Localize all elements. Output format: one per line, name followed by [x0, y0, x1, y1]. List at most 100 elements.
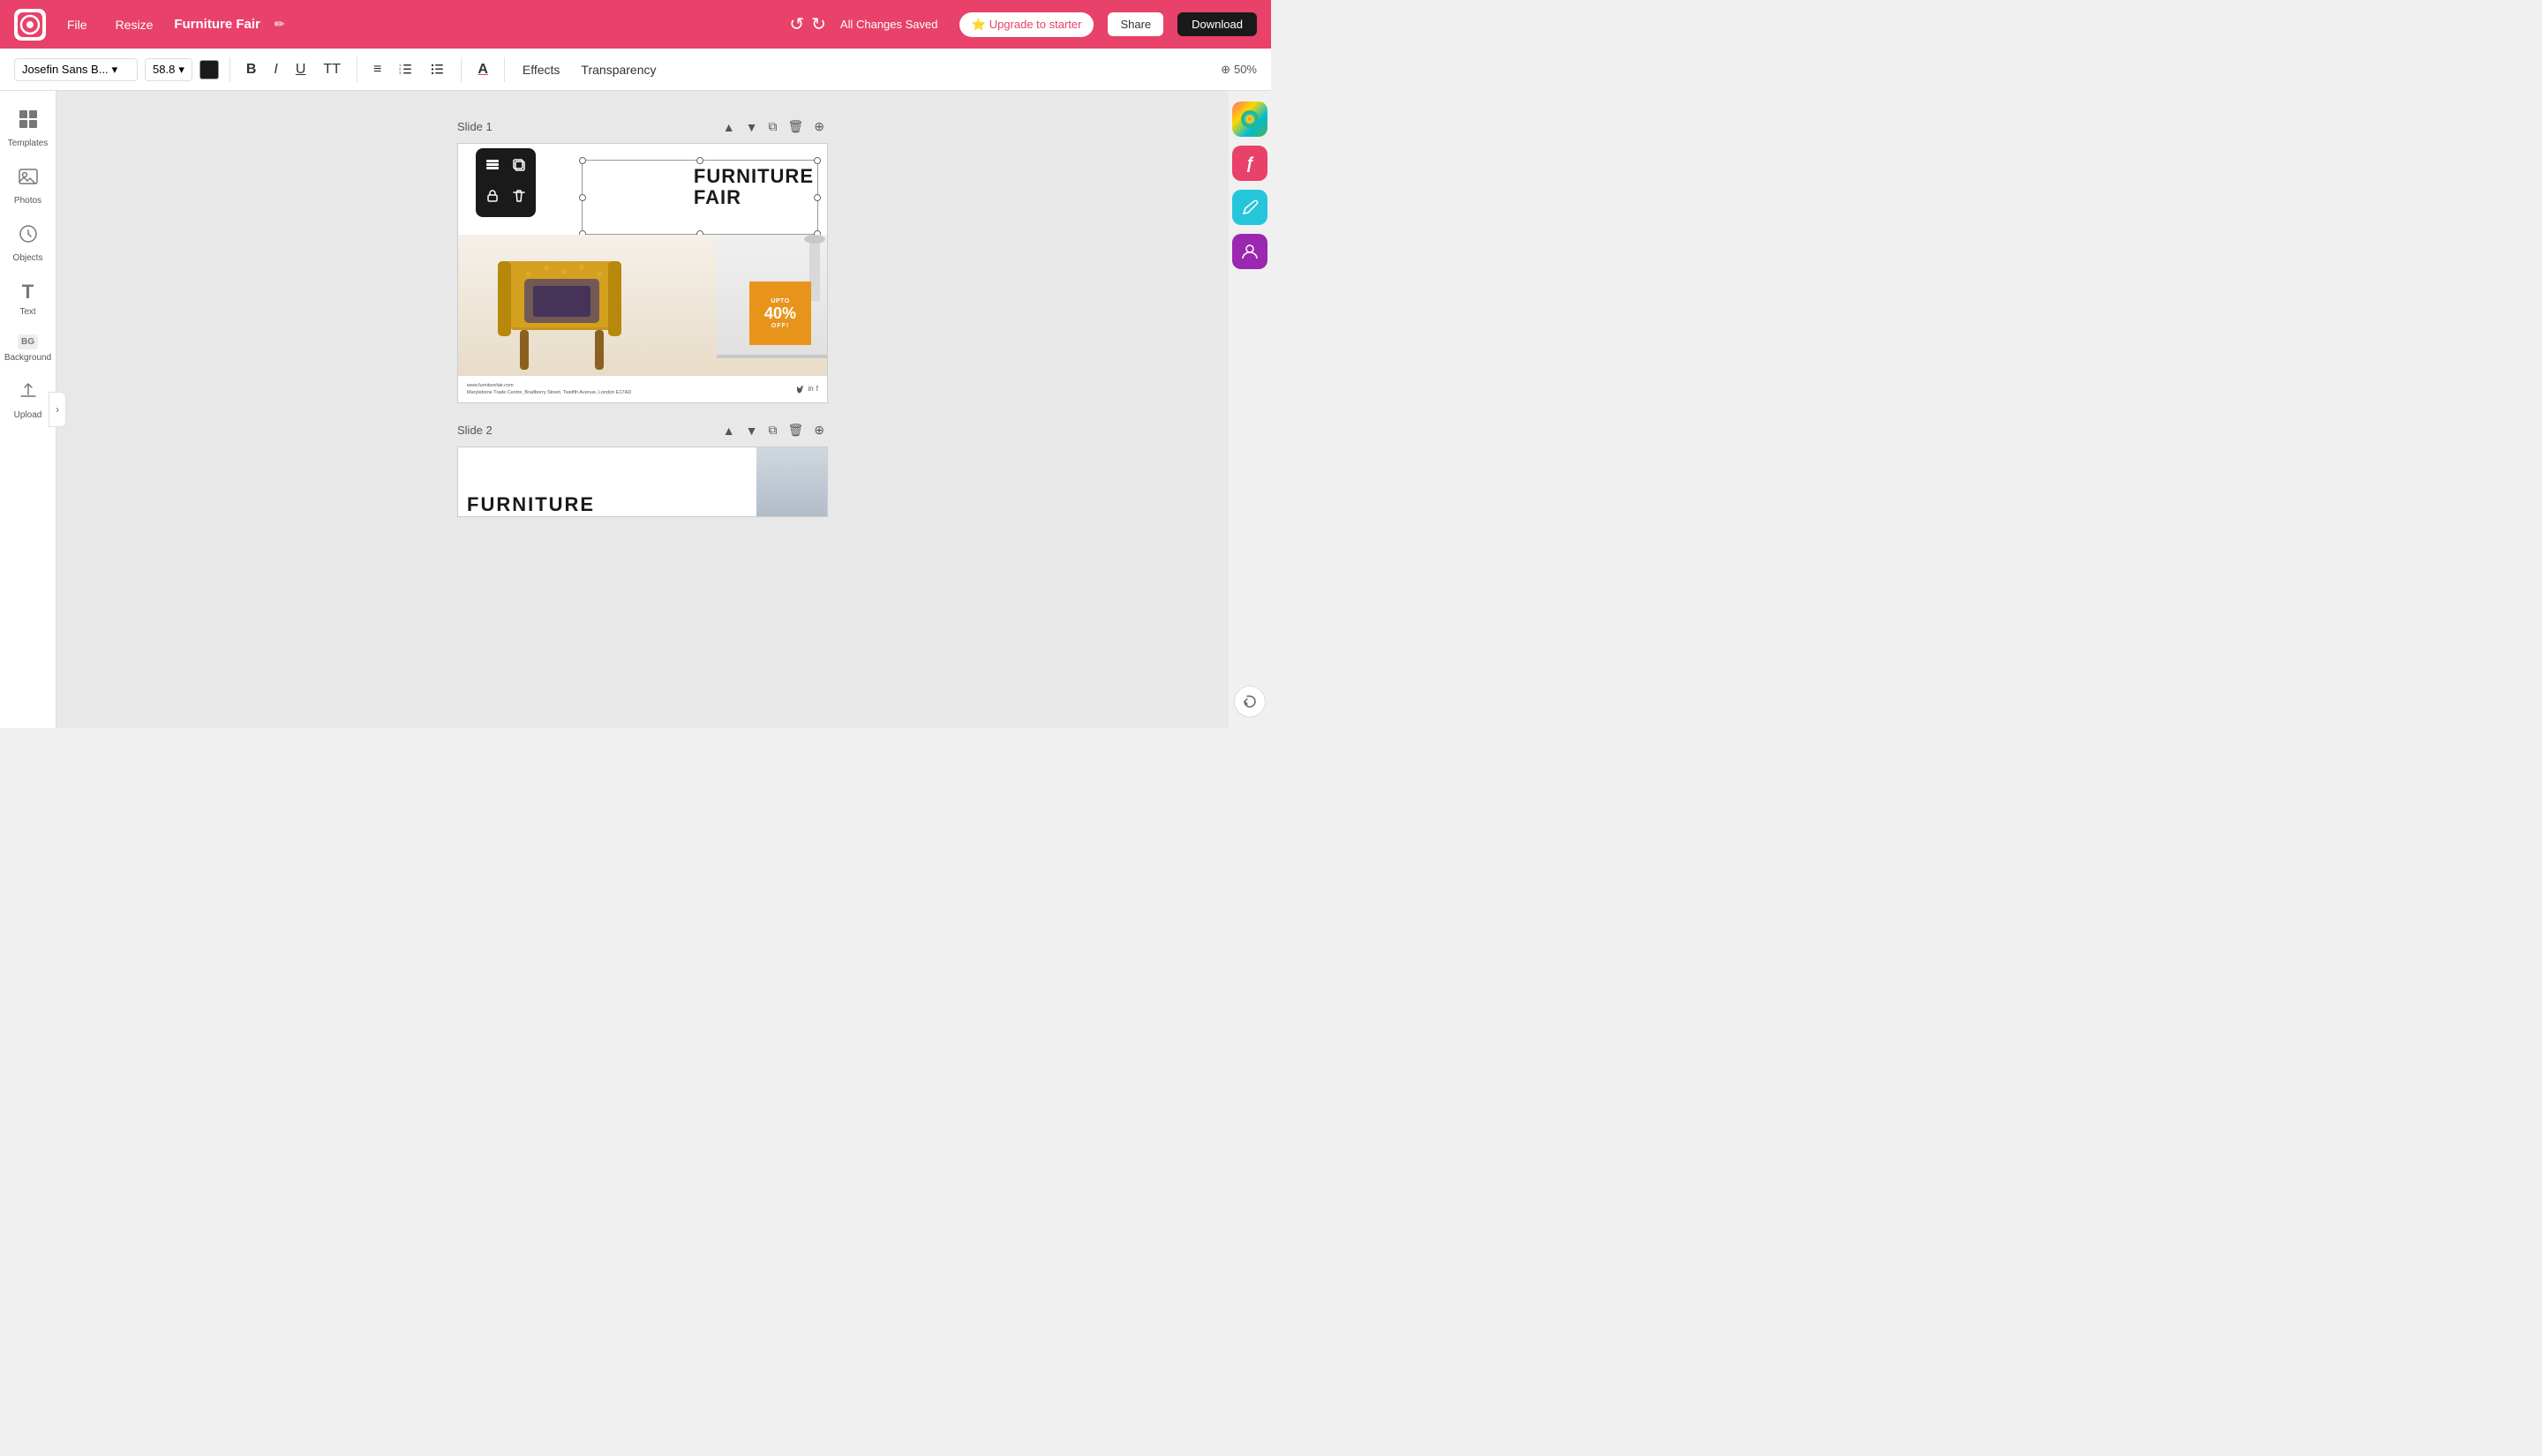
- sidebar-item-background[interactable]: BG Background: [4, 327, 53, 370]
- palette-button[interactable]: [1232, 101, 1267, 137]
- slide-1-canvas[interactable]: FURNITURE FAIR Upgrade Your Home Furnitu…: [457, 143, 828, 403]
- linkedin-icon: in: [808, 385, 814, 394]
- upload-icon: [18, 380, 39, 407]
- upgrade-label: Upgrade to starter: [989, 18, 1082, 31]
- underline-button[interactable]: U: [290, 58, 312, 81]
- discount-badge: UPTO 40% OFF!: [749, 281, 811, 345]
- text-color-button[interactable]: A: [472, 58, 493, 81]
- upgrade-star-icon: ⭐: [972, 18, 986, 32]
- font-name-label: Josefin Sans B...: [22, 63, 109, 76]
- svg-text:3.: 3.: [399, 71, 402, 75]
- text-label: Text: [19, 307, 35, 317]
- app-logo[interactable]: [14, 9, 46, 41]
- slide-down-button[interactable]: ▼: [742, 118, 762, 136]
- slide-1-label: Slide 1: [457, 120, 493, 133]
- slide-2-controls: ▲ ▼ ⧉ 🗑 ⊕: [719, 421, 828, 439]
- draw-button[interactable]: [1232, 190, 1267, 225]
- handle-mr: [814, 194, 821, 201]
- divider-3: [461, 57, 462, 82]
- divider-4: [504, 57, 505, 82]
- slide-add-button[interactable]: ⊕: [810, 117, 828, 136]
- facebook-icon: f: [816, 385, 818, 394]
- slide2-down-button[interactable]: ▼: [742, 422, 762, 439]
- footer-social: in f: [797, 385, 818, 394]
- text-color-swatch[interactable]: [199, 60, 219, 79]
- slide-2-section: Slide 2 ▲ ▼ ⧉ 🗑 ⊕ FURNITURE: [457, 421, 828, 517]
- resize-menu[interactable]: Resize: [109, 14, 161, 35]
- download-button[interactable]: Download: [1177, 12, 1257, 36]
- align-left-button[interactable]: ≡: [368, 58, 387, 81]
- italic-button[interactable]: I: [268, 58, 282, 81]
- sidebar-item-objects[interactable]: Objects: [4, 216, 53, 270]
- slide2-duplicate-button[interactable]: ⧉: [764, 421, 780, 439]
- user-button[interactable]: [1232, 234, 1267, 269]
- redo-button[interactable]: ↻: [811, 13, 826, 35]
- zoom-icon: ⊕: [1221, 63, 1230, 77]
- zoom-level: 50%: [1234, 63, 1257, 76]
- sidebar-item-photos[interactable]: Photos: [4, 159, 53, 213]
- upgrade-button[interactable]: ⭐ Upgrade to starter: [959, 12, 1094, 37]
- header: File Resize Furniture Fair ✏ ↺ ↻ All Cha…: [0, 0, 1271, 49]
- context-menu: [476, 148, 536, 217]
- context-lock-button[interactable]: [481, 184, 504, 212]
- furniture-fair-headline: FURNITURE FAIR: [694, 166, 814, 208]
- slide-2-header: Slide 2 ▲ ▼ ⧉ 🗑 ⊕: [457, 421, 828, 439]
- main-layout: Templates Photos Objects T Text BG Backg…: [0, 91, 1271, 728]
- background-icon: BG: [18, 334, 38, 349]
- slide-1-controls: ▲ ▼ ⧉ 🗑 ⊕: [719, 117, 828, 136]
- refresh-button[interactable]: [1234, 686, 1266, 717]
- right-panel: ƒ: [1229, 91, 1271, 728]
- background-label: Background: [4, 353, 51, 363]
- slide2-add-button[interactable]: ⊕: [810, 421, 828, 439]
- footer-address: www.furniturefair.com Marylebone Trade C…: [467, 382, 631, 397]
- slide-footer: www.furniturefair.com Marylebone Trade C…: [458, 376, 827, 402]
- save-status: All Changes Saved: [840, 18, 938, 31]
- discount-upto: UPTO: [771, 298, 789, 304]
- slide-2-canvas[interactable]: FURNITURE: [457, 447, 828, 517]
- slide2-image: [756, 447, 827, 516]
- slide-up-button[interactable]: ▲: [719, 118, 739, 136]
- sidebar-item-templates[interactable]: Templates: [4, 101, 53, 155]
- templates-icon: [18, 109, 39, 135]
- font-button[interactable]: ƒ: [1232, 146, 1267, 181]
- context-copy-button[interactable]: [508, 154, 530, 181]
- edit-icon: ✏: [275, 17, 285, 32]
- handle-ml: [579, 194, 586, 201]
- chair-illustration: [485, 235, 643, 376]
- font-family-selector[interactable]: Josefin Sans B... ▾: [14, 58, 138, 81]
- undo-redo-group: ↺ ↻: [789, 13, 826, 35]
- slide-1-header: Slide 1 ▲ ▼ ⧉ 🗑 ⊕: [457, 117, 828, 136]
- handle-tl: [579, 157, 586, 164]
- text-icon: T: [22, 281, 34, 304]
- chair-image-area: UPTO 40% OFF!: [458, 235, 827, 376]
- slide-delete-button[interactable]: 🗑: [784, 117, 807, 136]
- unordered-list-button[interactable]: [425, 59, 450, 80]
- discount-percent: 40%: [764, 304, 796, 323]
- undo-button[interactable]: ↺: [789, 13, 804, 35]
- canvas-area: Choose the primary, secondary and tertia…: [56, 91, 1229, 728]
- slide2-delete-button[interactable]: 🗑: [784, 421, 807, 439]
- effects-button[interactable]: Effects: [515, 59, 568, 80]
- font-size-value: 58.8: [153, 63, 175, 76]
- share-button[interactable]: Share: [1108, 12, 1163, 36]
- floor-line: [717, 355, 827, 358]
- divider-1: [229, 57, 230, 82]
- strikethrough-button[interactable]: TT: [318, 58, 346, 81]
- chevron-down-icon: ▾: [178, 63, 184, 77]
- transparency-button[interactable]: Transparency: [574, 59, 663, 80]
- bold-button[interactable]: B: [241, 58, 262, 81]
- context-layers-button[interactable]: [481, 154, 504, 181]
- ordered-list-button[interactable]: 1.2.3.: [394, 59, 418, 80]
- slide-1-section: Slide 1 ▲ ▼ ⧉ 🗑 ⊕: [457, 117, 828, 403]
- sidebar-item-text[interactable]: T Text: [4, 274, 53, 324]
- slide2-up-button[interactable]: ▲: [719, 422, 739, 439]
- slide-duplicate-button[interactable]: ⧉: [764, 117, 780, 136]
- handle-tm: [696, 157, 703, 164]
- handle-tr: [814, 157, 821, 164]
- sidebar-item-upload[interactable]: Upload: [4, 373, 53, 427]
- context-delete-button[interactable]: [508, 184, 530, 212]
- font-size-selector[interactable]: 58.8 ▾: [145, 58, 192, 81]
- slide2-headline: FURNITURE: [467, 493, 595, 516]
- file-menu[interactable]: File: [60, 14, 94, 35]
- slide2-content: FURNITURE: [458, 447, 827, 516]
